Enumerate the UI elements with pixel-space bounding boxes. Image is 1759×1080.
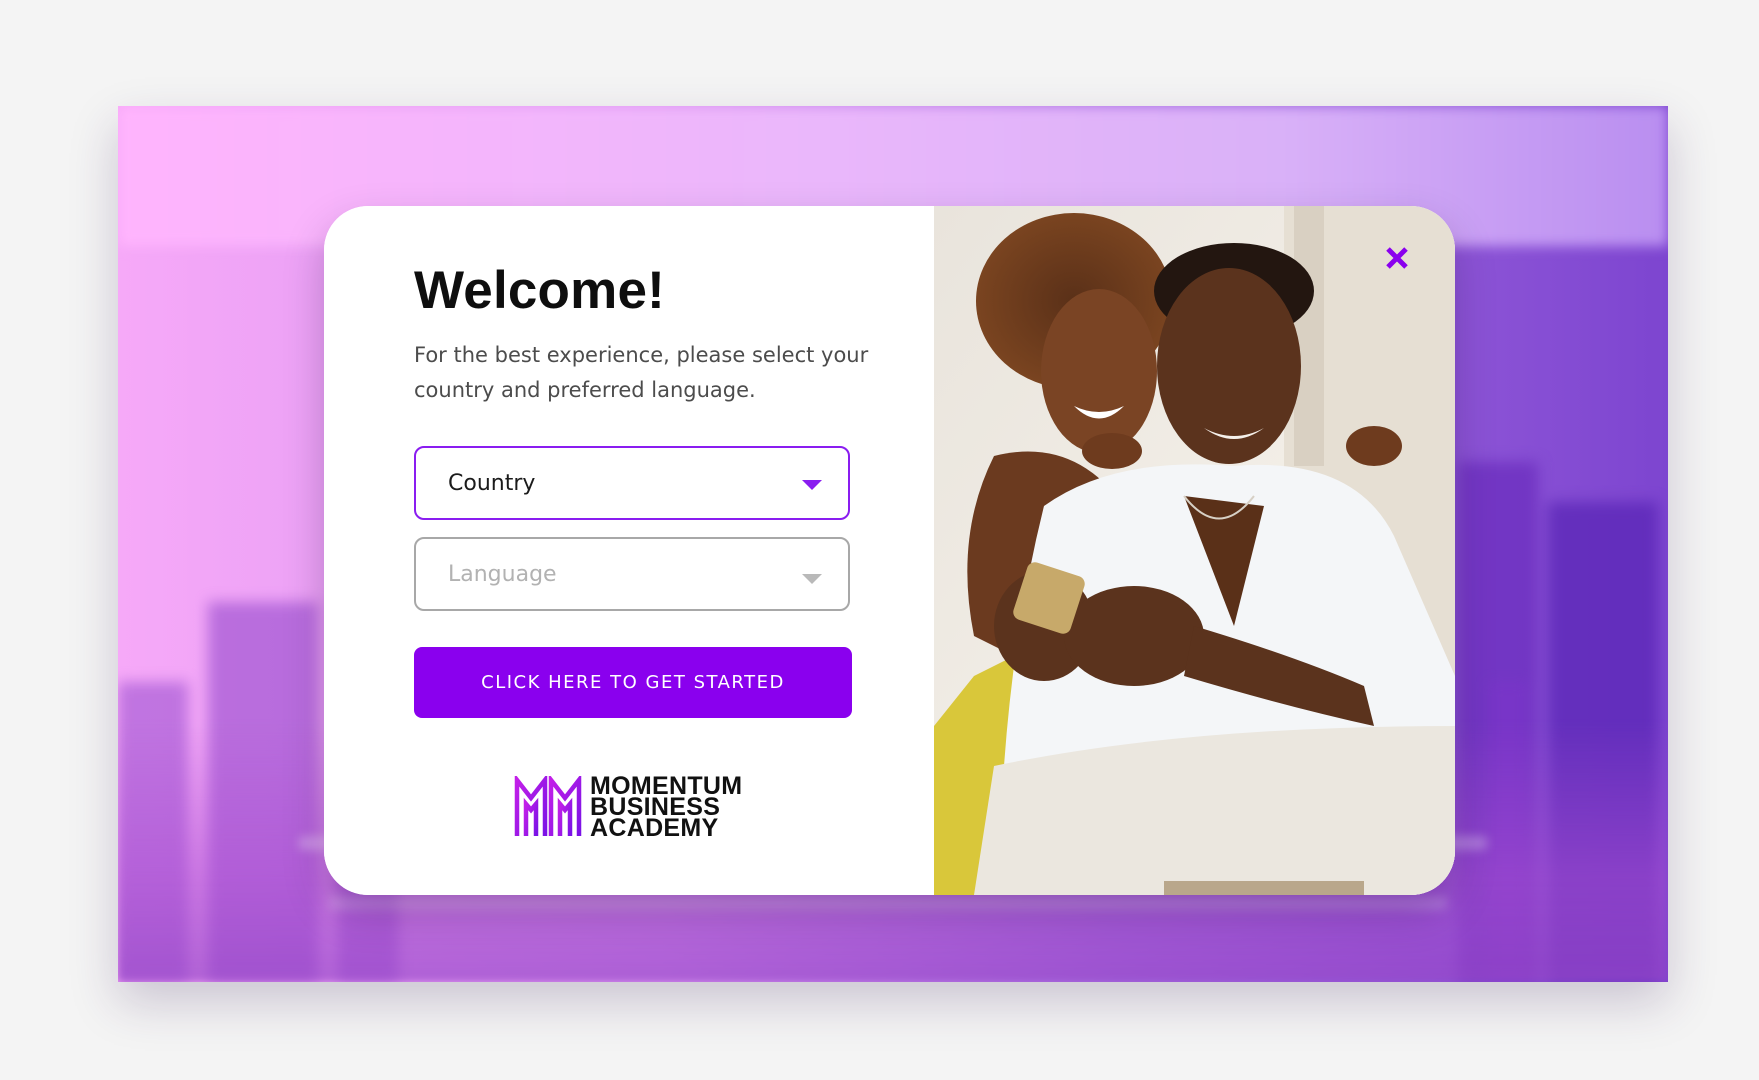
country-select-value: Country	[448, 471, 536, 496]
modal-form-panel: Welcome! For the best experience, please…	[324, 206, 934, 895]
country-select[interactable]: Country	[414, 446, 850, 520]
logo-line-3: ACADEMY	[590, 813, 719, 842]
language-select-value: Language	[448, 562, 557, 587]
modal-photo-panel	[934, 206, 1455, 895]
welcome-modal: Welcome! For the best experience, please…	[324, 206, 1455, 895]
get-started-button[interactable]: CLICK HERE TO GET STARTED	[414, 647, 852, 718]
logo-mark-icon	[514, 776, 582, 836]
momentum-business-academy-logo: MOMENTUM BUSINESS ACADEMY	[514, 773, 742, 842]
modal-subtitle: For the best experience, please select y…	[414, 343, 869, 402]
caret-down-icon	[802, 480, 822, 490]
close-icon	[1386, 247, 1408, 269]
background-blurred-text	[328, 896, 1448, 910]
close-button[interactable]	[1379, 240, 1415, 276]
language-select[interactable]: Language	[414, 537, 850, 611]
modal-title: Welcome!	[414, 261, 665, 320]
logo-wordmark: MOMENTUM BUSINESS ACADEMY	[590, 773, 742, 842]
couple-with-phone-photo	[934, 206, 1455, 895]
caret-down-icon	[802, 574, 822, 584]
